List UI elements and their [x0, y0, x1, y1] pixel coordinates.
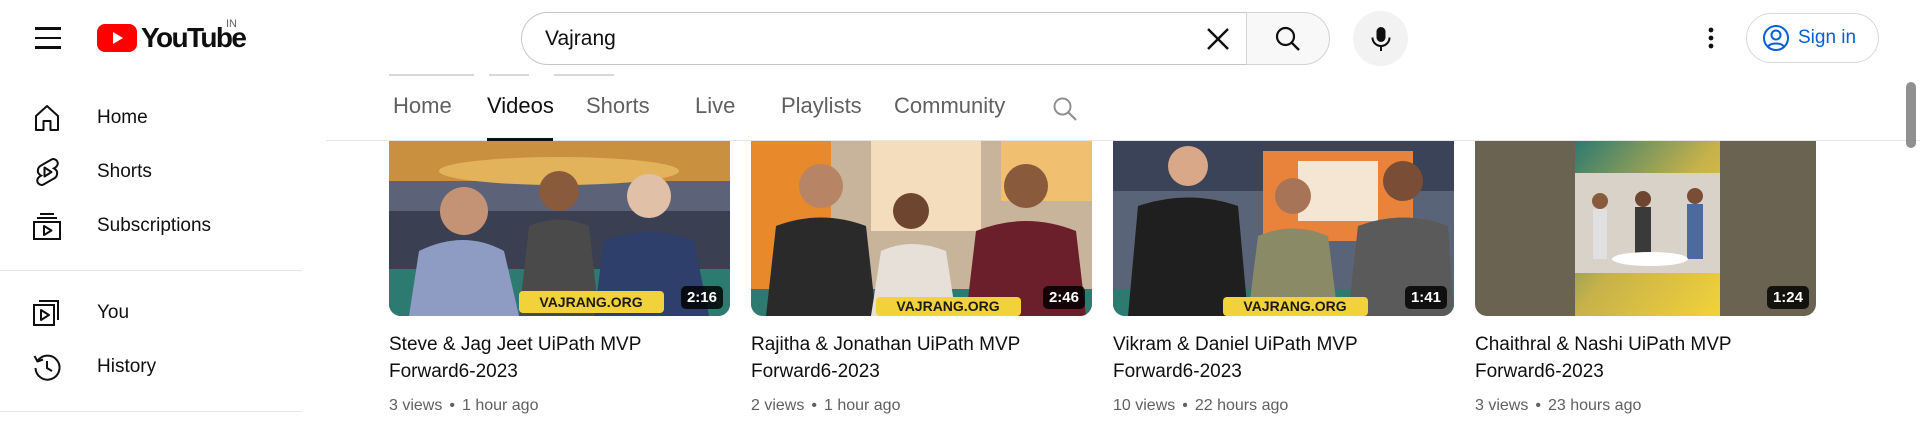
- sidebar-item-you[interactable]: You: [0, 288, 305, 338]
- video-thumbnail[interactable]: VAJRANG.ORG 2:16: [389, 141, 730, 316]
- video-duration: 2:16: [680, 286, 723, 309]
- subscriptions-icon: [33, 213, 61, 240]
- video-thumbnail[interactable]: VAJRANG.ORG 1:41: [1113, 141, 1454, 316]
- channel-tabs: Home Videos Shorts Live Playlists Commun…: [326, 77, 1920, 141]
- sidebar-item-shorts[interactable]: Shorts: [0, 147, 305, 197]
- view-count: 2 views: [751, 397, 805, 414]
- country-code: IN: [226, 18, 237, 30]
- upload-age: 1 hour ago: [823, 397, 901, 414]
- you-icon: [33, 300, 59, 326]
- history-icon: [33, 354, 61, 381]
- video-title[interactable]: Steve & Jag Jeet UiPath MVP Forward6-202…: [389, 331, 719, 385]
- sign-in-button[interactable]: Sign in: [1746, 13, 1879, 63]
- watermark-text: VAJRANG.ORG: [1243, 298, 1346, 314]
- video-title[interactable]: Vikram & Daniel UiPath MVP Forward6-2023: [1113, 331, 1443, 385]
- thumbnail-image: VAJRANG.ORG: [1113, 141, 1454, 316]
- sidebar-item-label: Home: [97, 107, 148, 128]
- upload-age: 1 hour ago: [461, 397, 539, 414]
- sidebar-item-home[interactable]: Home: [0, 93, 305, 143]
- video-title[interactable]: Rajitha & Jonathan UiPath MVP Forward6-2…: [751, 331, 1081, 385]
- clear-search-icon[interactable]: [1200, 21, 1236, 57]
- tab-videos[interactable]: Videos: [487, 93, 554, 119]
- sidebar-item-label: Subscriptions: [97, 215, 212, 236]
- view-count: 3 views: [1475, 397, 1529, 414]
- sidebar-item-label: You: [97, 302, 130, 323]
- video-metadata: 3 views • 1 hour ago: [389, 397, 539, 414]
- video-metadata: 3 views • 23 hours ago: [1475, 397, 1642, 414]
- video-duration: 2:46: [1042, 286, 1085, 309]
- video-title[interactable]: Chaithral & Nashi UiPath MVP Forward6-20…: [1475, 331, 1805, 385]
- upload-age: 22 hours ago: [1194, 397, 1289, 414]
- youtube-play-icon: [97, 24, 137, 52]
- search-box: [521, 12, 1246, 65]
- view-count: 3 views: [389, 397, 443, 414]
- watermark-text: VAJRANG.ORG: [539, 294, 642, 310]
- thumbnail-image: [1475, 141, 1816, 316]
- sign-in-label: Sign in: [1798, 27, 1857, 48]
- channel-search-icon[interactable]: [1051, 95, 1079, 123]
- tab-home[interactable]: Home: [393, 93, 452, 119]
- more-vert-icon: [1708, 27, 1714, 49]
- home-icon: [35, 105, 59, 131]
- thumbnail-image: VAJRANG.ORG: [751, 141, 1092, 316]
- watermark-text: VAJRANG.ORG: [896, 298, 999, 314]
- video-card[interactable]: VAJRANG.ORG 1:41 Vikram & Daniel UiPath …: [1113, 141, 1454, 423]
- tab-community[interactable]: Community: [894, 93, 1005, 119]
- video-duration: 1:24: [1766, 286, 1809, 309]
- shorts-icon: [36, 158, 59, 186]
- search-input[interactable]: [545, 26, 1185, 51]
- hamburger-icon: [35, 27, 61, 30]
- guide-sidebar: Home Shorts Subscriptions You History: [0, 77, 325, 423]
- video-duration: 1:41: [1404, 286, 1447, 309]
- video-thumbnail[interactable]: VAJRANG.ORG 2:46: [751, 141, 1092, 316]
- upload-age: 23 hours ago: [1547, 397, 1642, 414]
- video-metadata: 10 views • 22 hours ago: [1113, 397, 1289, 414]
- sidebar-item-subscriptions[interactable]: Subscriptions: [0, 201, 305, 251]
- tab-shorts[interactable]: Shorts: [586, 93, 650, 119]
- sidebar-item-history[interactable]: History: [0, 342, 305, 392]
- sidebar-divider: [0, 411, 302, 412]
- search-icon: [1275, 26, 1300, 51]
- tab-live[interactable]: Live: [695, 93, 735, 119]
- view-count: 10 views: [1113, 397, 1176, 414]
- search-button[interactable]: [1246, 12, 1330, 65]
- youtube-logo[interactable]: YouTube: [97, 22, 247, 54]
- sidebar-item-label: History: [97, 356, 157, 377]
- thumbnail-image: VAJRANG.ORG: [389, 141, 730, 316]
- video-metadata: 2 views • 1 hour ago: [751, 397, 901, 414]
- masthead: YouTube IN Sign: [0, 0, 1920, 77]
- tab-playlists[interactable]: Playlists: [781, 93, 862, 119]
- video-card[interactable]: VAJRANG.ORG 2:16 Steve & Jag Jeet UiPath…: [389, 141, 730, 423]
- sidebar-divider: [0, 270, 302, 271]
- microphone-icon: [1371, 26, 1390, 51]
- guide-menu-button[interactable]: [28, 20, 68, 56]
- voice-search-button[interactable]: [1353, 11, 1408, 66]
- video-thumbnail[interactable]: 1:24: [1475, 141, 1816, 316]
- settings-menu-button[interactable]: [1693, 20, 1729, 56]
- video-card[interactable]: VAJRANG.ORG 2:46 Rajitha & Jonathan UiPa…: [751, 141, 1092, 423]
- account-circle-icon: [1763, 25, 1789, 51]
- sidebar-item-label: Shorts: [97, 161, 152, 182]
- page-scrollbar-thumb[interactable]: [1906, 82, 1916, 148]
- video-card[interactable]: 1:24 Chaithral & Nashi UiPath MVP Forwar…: [1475, 141, 1816, 423]
